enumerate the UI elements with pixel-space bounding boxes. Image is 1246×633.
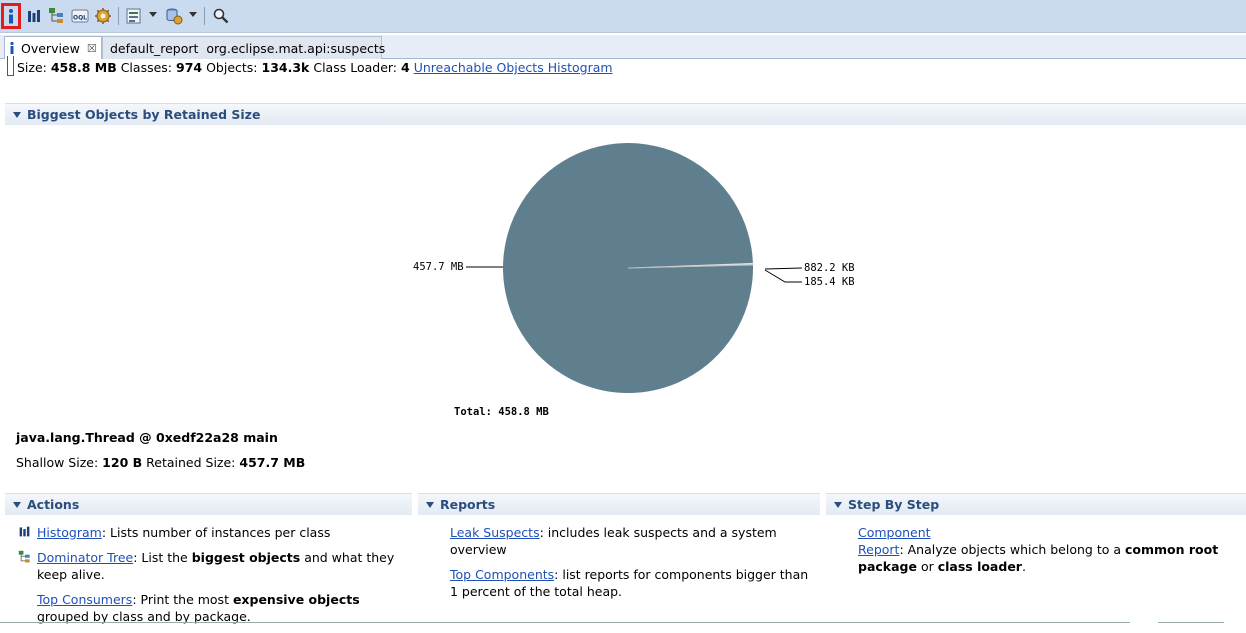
leak-suspects-link[interactable]: Leak Suspects	[450, 525, 540, 540]
chevron-down-icon[interactable]	[189, 12, 197, 17]
action-top-consumers: Top Consumers: Print the most expensive …	[37, 591, 407, 625]
shallow-size-value: 120 B	[102, 455, 143, 470]
chart-total-label: Total: 458.8 MB	[454, 406, 549, 418]
heap-summary: Size: 458.8 MB Classes: 974 Objects: 134…	[17, 60, 613, 78]
toolbar-separator	[204, 7, 205, 25]
collapse-icon	[13, 501, 21, 508]
step-by-step-header[interactable]: Step By Step	[826, 493, 1246, 515]
query-browser-icon[interactable]	[124, 6, 144, 26]
report-top-components: Top Components: list reports for compone…	[450, 566, 815, 600]
step-description: .	[1021, 559, 1026, 574]
collapse-icon	[13, 111, 21, 118]
unreachable-objects-link[interactable]: Unreachable Objects Histogram	[414, 60, 613, 75]
step-description: : Analyze objects which belong to a	[899, 542, 1125, 557]
divider	[1158, 622, 1224, 623]
collapse-icon	[426, 501, 434, 508]
object-title[interactable]: java.lang.Thread @ 0xedf22a28 main	[16, 430, 278, 445]
section-title: Reports	[440, 497, 496, 512]
step-component-report: Component Report: Analyze objects which …	[858, 524, 1242, 575]
histogram-icon[interactable]	[24, 6, 44, 26]
tab-overview[interactable]: Overview ☒	[4, 36, 102, 59]
shallow-size-label: Shallow Size:	[16, 455, 99, 470]
top-components-link[interactable]: Top Components	[450, 567, 554, 582]
oql-icon[interactable]: OQL	[70, 6, 90, 26]
section-title: Step By Step	[848, 497, 940, 512]
object-sizes: Shallow Size: 120 B Retained Size: 457.7…	[16, 455, 305, 470]
section-title: Biggest Objects by Retained Size	[27, 107, 261, 122]
retained-size-value: 457.7 MB	[239, 455, 306, 470]
action-description: : Lists number of instances per class	[101, 525, 331, 540]
action-dominator-tree: Dominator Tree: List the biggest objects…	[18, 549, 407, 583]
tab-label: Overview	[21, 40, 80, 56]
search-icon[interactable]	[211, 6, 231, 26]
loader-value: 4	[401, 60, 410, 75]
pie-leader-line	[764, 269, 802, 283]
loader-label: Class Loader:	[313, 60, 398, 75]
report-leak-suspects: Leak Suspects: includes leak suspects an…	[450, 524, 815, 558]
divider	[0, 622, 1130, 623]
actions-header[interactable]: Actions	[5, 493, 412, 515]
biggest-objects-header[interactable]: Biggest Objects by Retained Size	[5, 103, 1246, 125]
action-histogram: Histogram: Lists number of instances per…	[19, 524, 407, 541]
retained-size-label: Retained Size:	[146, 455, 236, 470]
heap-dump-overview-icon[interactable]	[93, 6, 113, 26]
find-leaks-icon[interactable]	[164, 6, 184, 26]
main-toolbar: OQL	[0, 0, 1246, 33]
dominator-tree-icon[interactable]	[47, 6, 67, 26]
editor-tab-strip: Overview ☒ default_report org.eclipse.ma…	[0, 35, 1246, 59]
action-emphasis: biggest objects	[191, 550, 301, 565]
dominator-tree-link[interactable]: Dominator Tree	[37, 550, 133, 565]
chevron-down-icon[interactable]	[149, 12, 157, 17]
pie-slice-label: 185.4 KB	[804, 276, 855, 288]
action-description: : List the	[133, 550, 192, 565]
pie-slice-label: 882.2 KB	[804, 262, 855, 274]
info-icon	[10, 41, 14, 54]
actions-panel: Histogram: Lists number of instances per…	[18, 524, 407, 633]
histogram-icon	[18, 525, 31, 542]
tab-default-report[interactable]: default_report org.eclipse.mat.api:suspe…	[102, 36, 386, 59]
action-emphasis: expensive objects	[232, 592, 360, 607]
pie-slice-label: 457.7 MB	[413, 261, 464, 273]
size-label: Size:	[17, 60, 47, 75]
action-description: : Print the most	[132, 592, 233, 607]
reports-header[interactable]: Reports	[418, 493, 820, 515]
close-icon[interactable]: ☒	[87, 42, 97, 55]
objects-label: Objects:	[206, 60, 258, 75]
reports-panel: Leak Suspects: includes leak suspects an…	[450, 524, 815, 608]
highlight-marker	[7, 56, 14, 76]
retained-size-pie-chart: 457.7 MB 882.2 KB 185.4 KB Total: 458.8 MB	[413, 142, 855, 418]
objects-value: 134.3k	[261, 60, 310, 75]
top-consumers-link[interactable]: Top Consumers	[37, 592, 132, 607]
collapse-icon	[834, 501, 842, 508]
info-icon[interactable]	[1, 3, 21, 29]
pie-slices	[503, 142, 754, 393]
tab-label: default_report org.eclipse.mat.api:suspe…	[110, 40, 386, 56]
dominator-tree-icon	[18, 550, 32, 568]
pie-leader-line	[764, 267, 803, 270]
histogram-link[interactable]: Histogram	[37, 525, 102, 540]
svg-text:OQL: OQL	[73, 15, 87, 22]
step-description: or	[916, 559, 938, 574]
section-title: Actions	[27, 497, 80, 512]
classes-label: Classes:	[120, 60, 173, 75]
classes-value: 974	[176, 60, 203, 75]
size-value: 458.8 MB	[50, 60, 117, 75]
step-emphasis: class loader	[937, 559, 1022, 574]
toolbar-separator	[118, 7, 119, 25]
step-by-step-panel: Component Report: Analyze objects which …	[858, 524, 1242, 583]
